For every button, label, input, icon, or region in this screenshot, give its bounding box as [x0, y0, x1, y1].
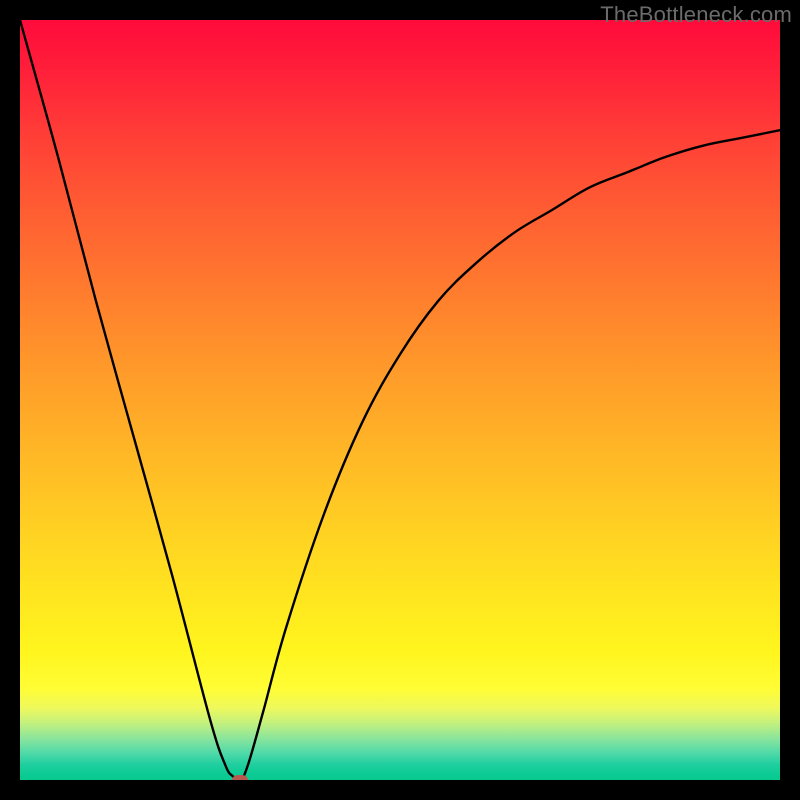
- bottleneck-curve-path: [20, 20, 780, 780]
- curve-svg: [20, 20, 780, 780]
- chart-frame: TheBottleneck.com: [0, 0, 800, 800]
- minimum-marker: [232, 775, 248, 780]
- watermark-text: TheBottleneck.com: [600, 2, 792, 28]
- plot-area: [20, 20, 780, 780]
